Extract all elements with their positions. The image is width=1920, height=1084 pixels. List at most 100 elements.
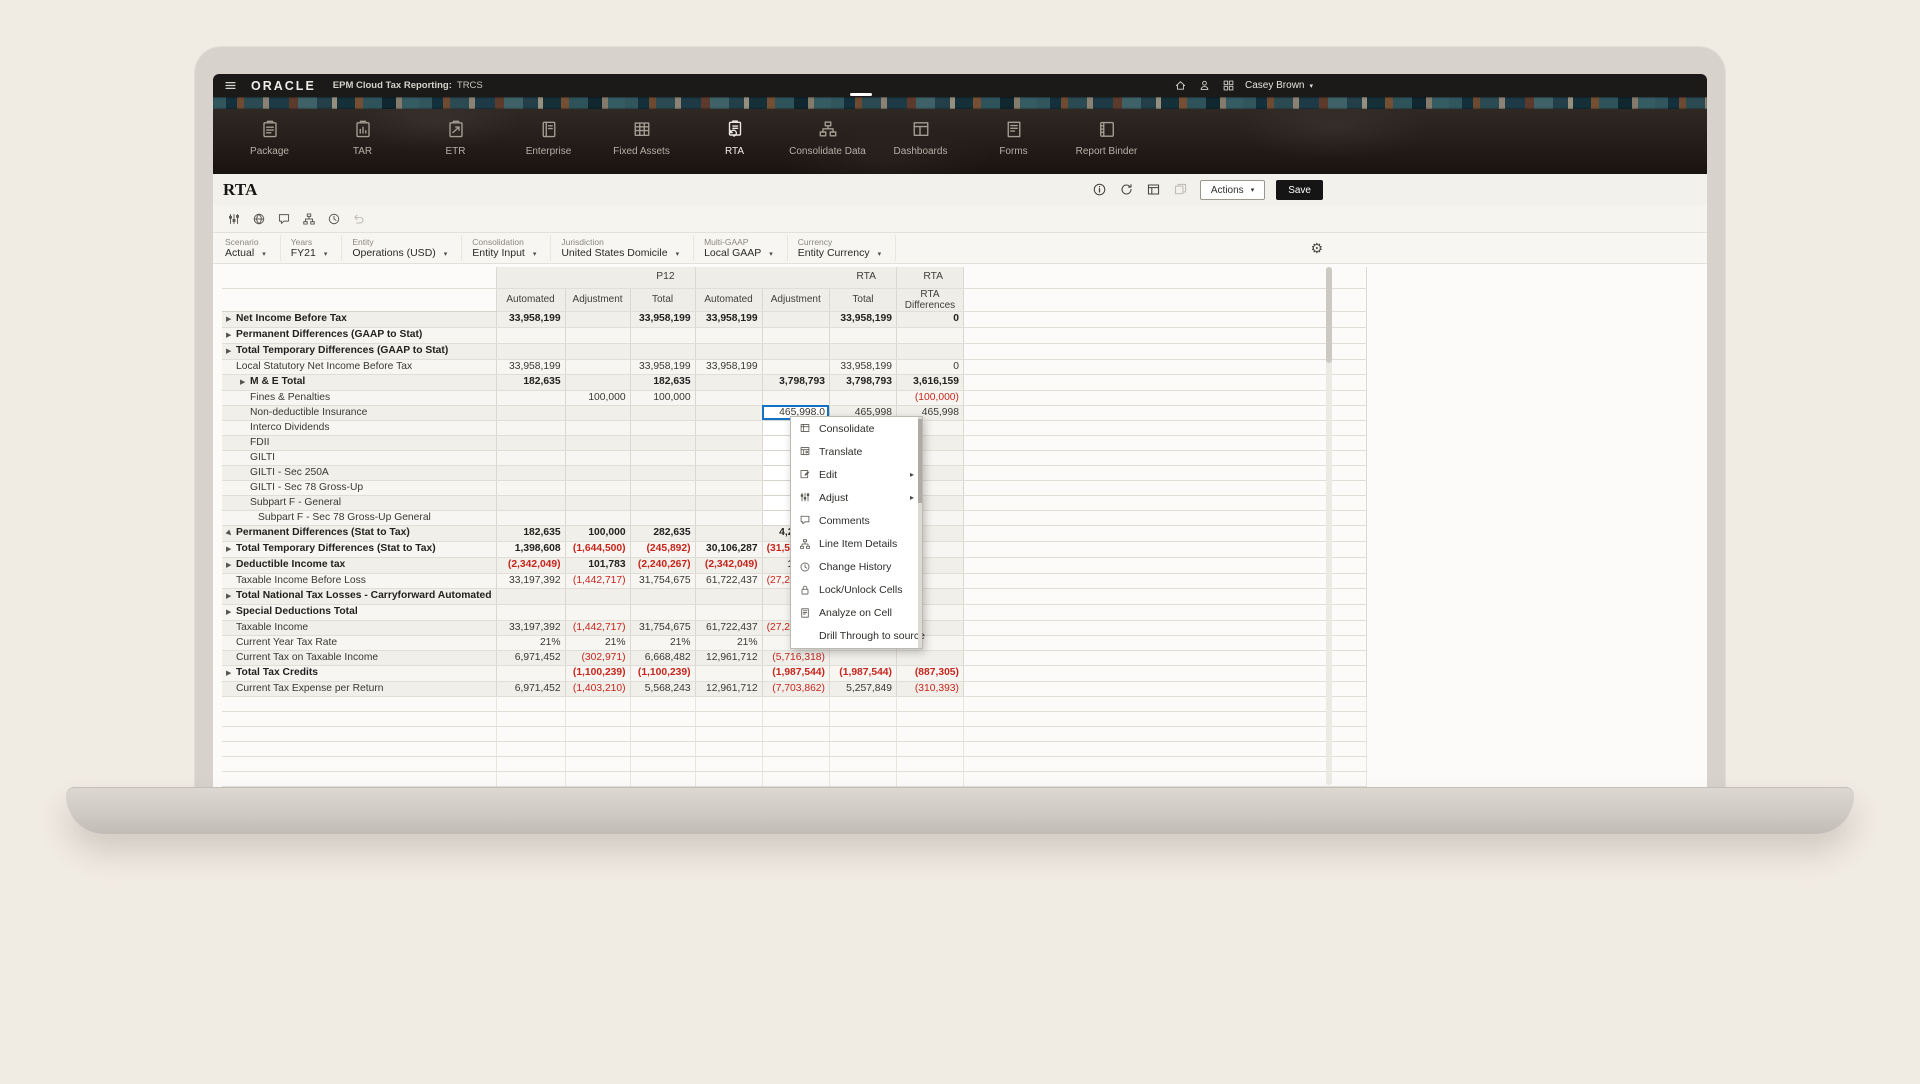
grid-cell[interactable]: [630, 510, 695, 525]
nav-item-enterprise[interactable]: Enterprise: [502, 109, 595, 174]
row-label[interactable]: GILTI - Sec 78 Gross-Up: [222, 480, 496, 495]
grid-cell[interactable]: (2,240,267): [630, 557, 695, 573]
grid-cell[interactable]: (7,703,862): [762, 681, 829, 696]
pov-jurisdiction[interactable]: Jurisdiction United States Domicile▾: [551, 235, 694, 261]
grid-cell[interactable]: (1,403,210): [565, 681, 630, 696]
menu-item-analyze-on-cell[interactable]: Analyze on Cell: [791, 602, 922, 625]
grid-cell[interactable]: (302,971): [565, 650, 630, 665]
grid-cell[interactable]: [565, 450, 630, 465]
home-icon[interactable]: [1173, 78, 1188, 93]
nav-item-rta[interactable]: RTA: [688, 109, 781, 174]
grid-cell[interactable]: (245,892): [630, 541, 695, 557]
row-label[interactable]: Taxable Income Before Loss: [222, 573, 496, 588]
hierarchy-icon[interactable]: [302, 212, 317, 227]
grid-cell[interactable]: [829, 327, 896, 343]
grid-cell[interactable]: [565, 741, 630, 756]
grid-cell[interactable]: [829, 696, 896, 711]
grid-cell[interactable]: [496, 450, 565, 465]
grid-cell[interactable]: [630, 495, 695, 510]
refresh-icon[interactable]: [1119, 182, 1135, 198]
row-label[interactable]: Current Tax on Taxable Income: [222, 650, 496, 665]
grid-cell[interactable]: [630, 480, 695, 495]
grid-cell[interactable]: (1,100,239): [565, 665, 630, 681]
grid-cell[interactable]: 33,958,199: [496, 359, 565, 374]
grid-cell[interactable]: [565, 374, 630, 390]
grid-cell[interactable]: (2,342,049): [695, 557, 762, 573]
pov-entity[interactable]: Entity Operations (USD)▾: [342, 235, 462, 261]
grid-cell[interactable]: [896, 726, 963, 741]
user-menu[interactable]: Casey Brown ▾: [1245, 80, 1313, 91]
grid-cell[interactable]: [695, 588, 762, 604]
grid-cell[interactable]: [565, 343, 630, 359]
row-label[interactable]: Total Temporary Differences (Stat to Tax…: [222, 541, 496, 557]
grid-cell[interactable]: [896, 650, 963, 665]
grid-cell[interactable]: [496, 588, 565, 604]
annotate-icon[interactable]: [277, 212, 292, 227]
grid-cell[interactable]: [695, 465, 762, 480]
grid-options-icon[interactable]: [227, 212, 242, 227]
grid-cell[interactable]: [896, 343, 963, 359]
apps-grid-icon[interactable]: [1221, 78, 1236, 93]
grid-cell[interactable]: [896, 711, 963, 726]
grid-cell[interactable]: 182,635: [496, 525, 565, 541]
menu-item-lock-unlock-cells[interactable]: Lock/Unlock Cells: [791, 579, 922, 602]
grid-cell[interactable]: 101,783: [565, 557, 630, 573]
grid-cell[interactable]: [762, 771, 829, 786]
grid-cell[interactable]: [762, 327, 829, 343]
grid-cell[interactable]: [565, 311, 630, 327]
grid-cell[interactable]: 0: [896, 311, 963, 327]
row-label[interactable]: Special Deductions Total: [222, 604, 496, 620]
grid-cell[interactable]: [496, 604, 565, 620]
grid-cell[interactable]: [695, 756, 762, 771]
grid-cell[interactable]: (100,000): [896, 390, 963, 405]
scrollbar-thumb[interactable]: [1326, 267, 1332, 363]
row-label[interactable]: [222, 726, 496, 741]
row-label[interactable]: [222, 771, 496, 786]
row-label[interactable]: GILTI - Sec 250A: [222, 465, 496, 480]
expand-toggle-icon[interactable]: [226, 543, 236, 557]
grid-cell[interactable]: 33,197,392: [496, 620, 565, 635]
grid-cell[interactable]: 30,106,287: [695, 541, 762, 557]
grid-cell[interactable]: [695, 665, 762, 681]
grid-cell[interactable]: [762, 741, 829, 756]
grid-cell[interactable]: [630, 343, 695, 359]
grid-cell[interactable]: [496, 327, 565, 343]
actions-button[interactable]: Actions ▾: [1200, 180, 1265, 200]
grid-cell[interactable]: 33,958,199: [695, 359, 762, 374]
row-label[interactable]: Non-deductible Insurance: [222, 405, 496, 420]
row-label[interactable]: Local Statutory Net Income Before Tax: [222, 359, 496, 374]
grid-cell[interactable]: [565, 435, 630, 450]
grid-cell[interactable]: [829, 771, 896, 786]
grid-cell[interactable]: (310,393): [896, 681, 963, 696]
grid-cell[interactable]: 33,197,392: [496, 573, 565, 588]
row-label[interactable]: FDII: [222, 435, 496, 450]
grid-cell[interactable]: 100,000: [565, 525, 630, 541]
grid-cell[interactable]: [829, 343, 896, 359]
grid-cell[interactable]: [762, 311, 829, 327]
grid-cell[interactable]: [630, 771, 695, 786]
grid-cell[interactable]: 12,961,712: [695, 681, 762, 696]
menu-item-adjust[interactable]: Adjust ▸: [791, 486, 922, 509]
grid-cell[interactable]: [695, 374, 762, 390]
grid-cell[interactable]: 33,958,199: [829, 311, 896, 327]
grid-cell[interactable]: 3,616,159: [896, 374, 963, 390]
grid-cell[interactable]: [565, 711, 630, 726]
row-label[interactable]: Fines & Penalties: [222, 390, 496, 405]
grid-cell[interactable]: [496, 343, 565, 359]
row-label[interactable]: [222, 696, 496, 711]
grid-cell[interactable]: [496, 741, 565, 756]
grid-cell[interactable]: [496, 495, 565, 510]
grid-cell[interactable]: [496, 665, 565, 681]
grid-cell[interactable]: 61,722,437: [695, 573, 762, 588]
grid-cell[interactable]: 282,635: [630, 525, 695, 541]
grid-cell[interactable]: [565, 604, 630, 620]
grid-cell[interactable]: 3,798,793: [762, 374, 829, 390]
row-label[interactable]: Permanent Differences (Stat to Tax): [222, 525, 496, 541]
expand-toggle-icon[interactable]: [226, 667, 236, 681]
grid-cell[interactable]: 100,000: [565, 390, 630, 405]
grid-cell[interactable]: [496, 771, 565, 786]
grid-cell[interactable]: [496, 405, 565, 420]
expand-toggle-icon[interactable]: [226, 527, 236, 541]
grid-cell[interactable]: (1,442,717): [565, 620, 630, 635]
grid-cell[interactable]: [829, 726, 896, 741]
